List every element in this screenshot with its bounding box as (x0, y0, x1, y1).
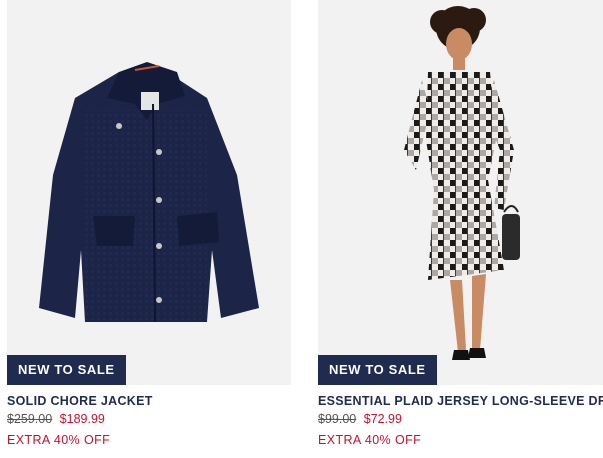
product-card[interactable]: NEW TO SALE SOLID CHORE JACKET $259.00 $… (7, 0, 291, 447)
sale-price: $189.99 (59, 412, 105, 426)
promo-text: EXTRA 40% OFF (7, 433, 111, 447)
model-photo (404, 6, 520, 360)
new-to-sale-badge: NEW TO SALE (318, 355, 437, 385)
promo-text: EXTRA 40% OFF (318, 433, 422, 447)
price-row: $259.00 $189.99 (7, 412, 291, 426)
sale-price: $72.99 (363, 412, 402, 426)
original-price: $259.00 (7, 412, 53, 426)
original-price: $99.00 (318, 412, 357, 426)
jacket-photo (39, 62, 259, 323)
product-image[interactable]: NEW TO SALE (7, 0, 291, 385)
new-to-sale-badge: NEW TO SALE (7, 355, 126, 385)
product-name-link[interactable]: ESSENTIAL PLAID JERSEY LONG-SLEEVE DRESS (318, 394, 603, 408)
price-row: $99.00 $72.99 (318, 412, 603, 426)
product-name-link[interactable]: SOLID CHORE JACKET (7, 394, 291, 408)
product-image[interactable]: NEW TO SALE (318, 0, 603, 385)
product-card[interactable]: NEW TO SALE ESSENTIAL PLAID JERSEY LONG-… (318, 0, 603, 447)
